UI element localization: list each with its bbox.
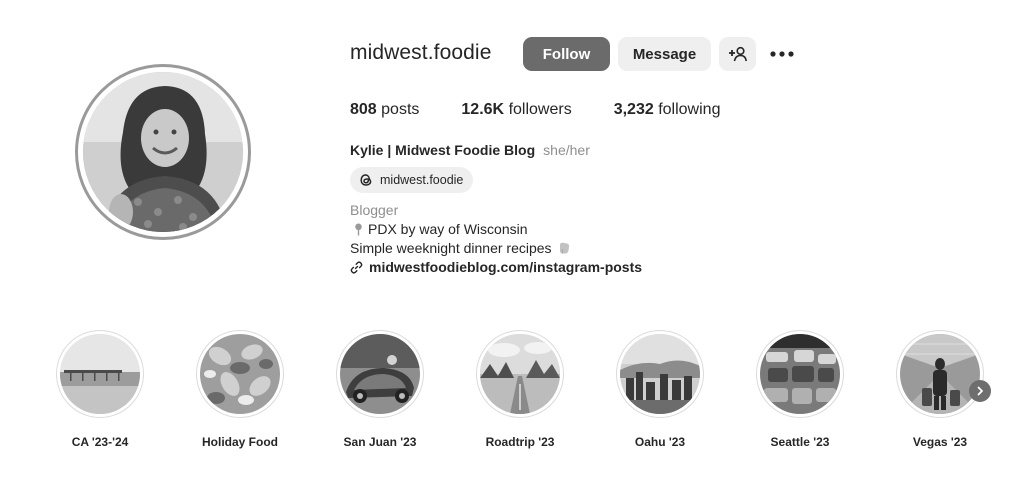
highlight-cover-ring [336,330,424,418]
pointing-hand-icon [557,241,571,255]
chevron-right-icon [975,386,985,396]
profile-avatar[interactable] [75,64,251,240]
following-stat[interactable]: 3,232 following [614,101,721,119]
username: midwest.foodie [350,41,492,64]
threads-badge[interactable]: midwest.foodie [350,167,474,193]
full-name: Kylie | Midwest Foodie Blog [350,142,536,158]
highlight-cover-image [620,334,700,414]
highlight-cover-ring [476,330,564,418]
profile-stats: 808 posts 12.6K followers 3,232 followin… [350,101,762,119]
name-row: Kylie | Midwest Foodie Blog she/her [350,142,590,158]
suggested-accounts-button[interactable] [719,37,756,71]
highlight-cover-image [480,334,560,414]
following-count: 3,232 [613,101,654,118]
pronouns: she/her [543,142,590,158]
threads-icon [358,172,374,188]
more-options-icon [770,51,794,57]
highlight-cover-ring [56,330,144,418]
bio-line-recipes: Simple weeknight dinner recipes [350,240,571,256]
posts-stat: 808 posts [350,101,419,119]
highlight-roadtrip[interactable]: Roadtrip '23 [475,330,565,449]
followers-label: followers [508,101,572,118]
threads-handle: midwest.foodie [380,173,464,187]
highlight-ca[interactable]: CA '23-'24 [55,330,145,449]
highlight-label: Seattle '23 [770,435,830,449]
highlight-oahu[interactable]: Oahu '23 [615,330,705,449]
highlight-seattle[interactable]: Seattle '23 [755,330,845,449]
highlight-cover-ring [896,330,984,418]
highlight-label: Roadtrip '23 [485,435,555,449]
profile-category: Blogger [350,202,399,218]
bio-location-text: PDX by way of Wisconsin [368,221,528,237]
highlight-cover-ring [756,330,844,418]
highlight-cover-ring [196,330,284,418]
more-options-button[interactable] [768,40,796,68]
highlight-label: CA '23-'24 [71,435,129,449]
highlight-label: Holiday Food [202,435,278,449]
highlight-label: Oahu '23 [634,435,686,449]
highlight-cover-image [60,334,140,414]
bio-line-location: PDX by way of Wisconsin [350,221,528,237]
highlight-label: San Juan '23 [343,435,417,449]
highlights-next-button[interactable] [969,380,991,402]
highlight-label: Vegas '23 [912,435,968,449]
follow-button[interactable]: Follow [523,37,610,71]
followers-count: 12.6K [461,101,505,118]
pin-icon [354,223,363,236]
posts-count: 808 [350,101,377,118]
highlight-cover-image [760,334,840,414]
message-button[interactable]: Message [618,37,711,71]
avatar-illustration [83,72,243,232]
highlight-cover-image [200,334,280,414]
bio-recipes-text: Simple weeknight dinner recipes [350,240,552,256]
highlight-san-juan[interactable]: San Juan '23 [335,330,425,449]
profile-link[interactable]: midwestfoodieblog.com/instagram-posts [350,259,642,275]
link-icon [350,260,363,274]
followers-stat[interactable]: 12.6K followers [461,101,571,119]
avatar-photo [83,72,243,232]
posts-label: posts [381,101,420,118]
following-label: following [658,101,721,118]
highlight-cover-image [900,334,980,414]
highlight-cover-ring [616,330,704,418]
highlight-cover-image [340,334,420,414]
highlight-holiday-food[interactable]: Holiday Food [195,330,285,449]
add-person-icon [728,46,747,62]
profile-link-text: midwestfoodieblog.com/instagram-posts [369,259,643,275]
